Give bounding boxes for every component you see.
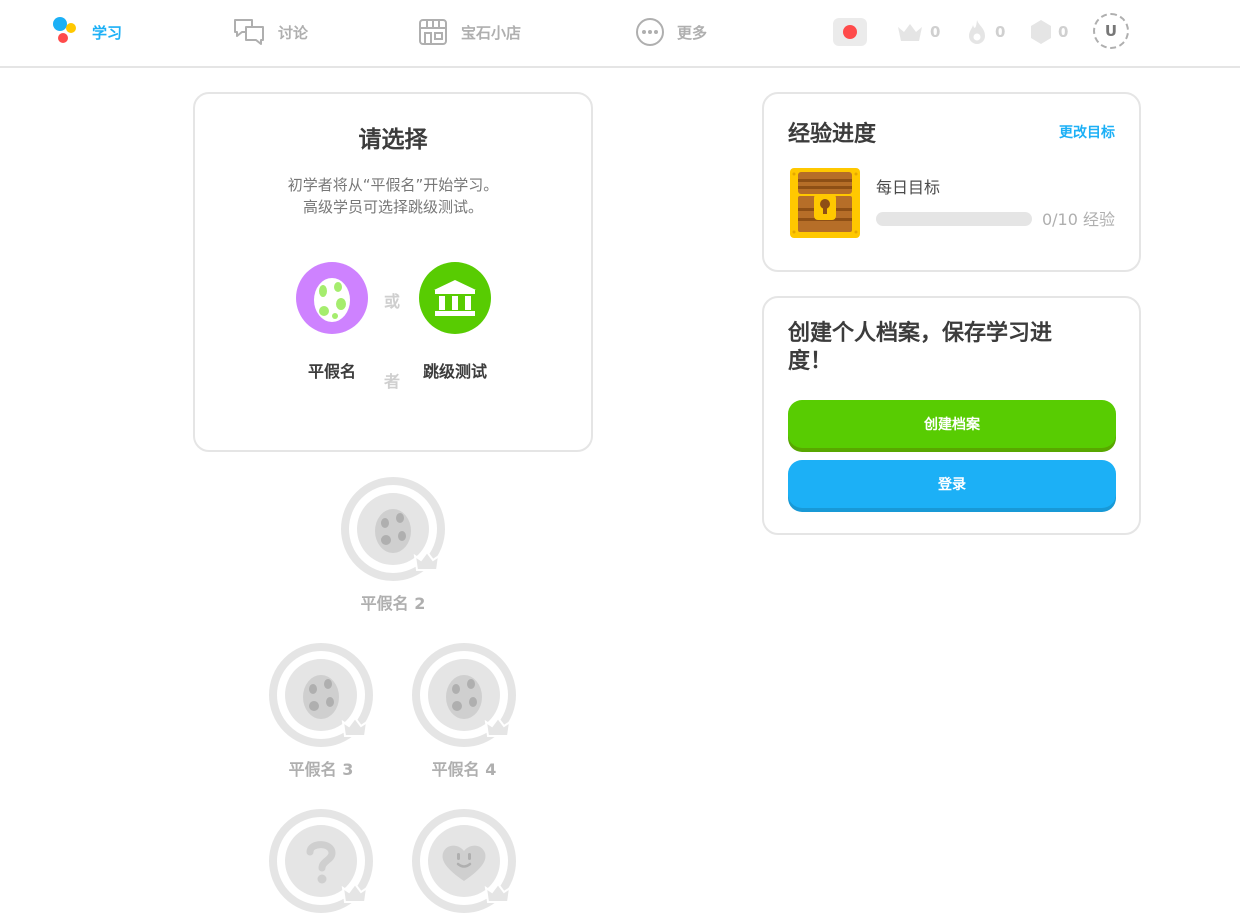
nav-more-label: 更多 xyxy=(677,23,708,42)
create-profile-button[interactable]: 创建档案 xyxy=(788,400,1116,448)
skill-hiragana-3[interactable]: 平假名 3 xyxy=(246,642,396,780)
red-flag-icon xyxy=(843,25,857,39)
egg-icon xyxy=(446,675,482,719)
crowns-stat[interactable]: 0 xyxy=(896,14,940,50)
skill-hiragana-4[interactable]: 平假名 4 xyxy=(389,642,539,780)
choose-description: 初学者将从“平假名”开始学习。 高级学员可选择跳级测试。 xyxy=(195,174,591,218)
streak-stat[interactable]: 0 xyxy=(965,14,1005,50)
placement-test-option[interactable]: 跳级测试 xyxy=(400,262,510,382)
skill-ring xyxy=(340,476,446,582)
language-flag-button[interactable] xyxy=(833,18,867,46)
choose-desc-line-1: 初学者将从“平假名”开始学习。 xyxy=(287,176,499,194)
skill-label: 平假名 2 xyxy=(360,594,426,613)
nav-shop[interactable]: 宝石小店 xyxy=(417,14,521,50)
daily-goal-progress-text: 0/10 经验 xyxy=(1041,210,1115,229)
placement-option-label: 跳级测试 xyxy=(422,362,487,381)
skill-locked-question[interactable] xyxy=(246,808,396,914)
skill-label: 平假名 4 xyxy=(431,760,497,779)
create-profile-title: 创建个人档案，保存学习进度！ xyxy=(788,321,1053,374)
discuss-icon xyxy=(234,19,264,45)
skill-ring xyxy=(411,808,517,914)
login-button[interactable]: 登录 xyxy=(788,460,1116,508)
skill-label: 平假名 3 xyxy=(288,760,354,779)
skill-hiragana-2[interactable]: 平假名 2 xyxy=(318,476,468,614)
egg-icon xyxy=(314,278,350,322)
nav-discuss-label: 讨论 xyxy=(278,23,309,42)
nav-learn[interactable]: 学习 xyxy=(52,14,122,50)
edit-goal-link[interactable]: 更改目标 xyxy=(1059,122,1115,142)
placement-choice-card: 请选择 初学者将从“平假名”开始学习。 高级学员可选择跳级测试。 平假名 或 者 xyxy=(193,92,593,452)
or-separator-bottom: 者 xyxy=(384,372,401,391)
hiragana-option-label: 平假名 xyxy=(307,362,356,381)
gems-stat[interactable]: 0 xyxy=(1030,14,1068,50)
avatar-initial: U xyxy=(1104,22,1118,40)
top-navigation-bar: 学习 讨论 宝石小店 更多 0 0 0 U xyxy=(0,0,1240,68)
egg-icon xyxy=(303,675,339,719)
crowns-count: 0 xyxy=(930,23,941,41)
nav-more[interactable]: 更多 xyxy=(635,14,707,50)
treasure-chest-icon xyxy=(790,168,860,238)
daily-goal-progress-bar xyxy=(876,212,1032,226)
nav-learn-label: 学习 xyxy=(92,23,123,42)
gem-icon xyxy=(1031,20,1051,44)
skill-locked-heart[interactable] xyxy=(389,808,539,914)
create-profile-card: 创建个人档案，保存学习进度！ 创建档案 登录 xyxy=(762,296,1141,535)
flame-icon xyxy=(969,20,985,44)
hiragana-option-circle xyxy=(296,262,368,334)
egg-icon xyxy=(375,509,411,553)
shop-icon xyxy=(419,19,447,45)
learn-icon xyxy=(53,17,76,43)
placement-option-circle xyxy=(419,262,491,334)
daily-goal-label: 每日目标 xyxy=(876,178,941,197)
xp-progress-title: 经验进度 xyxy=(788,122,877,147)
skill-ring xyxy=(411,642,517,748)
or-separator-top: 或 xyxy=(384,292,401,311)
streak-count: 0 xyxy=(995,23,1006,41)
start-hiragana-option[interactable]: 平假名 xyxy=(277,262,387,382)
choose-desc-line-2: 高级学员可选择跳级测试。 xyxy=(302,198,483,216)
skill-ring xyxy=(268,808,374,914)
user-avatar[interactable]: U xyxy=(1093,13,1129,49)
gems-count: 0 xyxy=(1058,23,1069,41)
crown-icon xyxy=(898,24,922,41)
more-icon xyxy=(636,18,664,46)
xp-progress-card: 经验进度 更改目标 每日目标 0/10 经验 xyxy=(762,92,1141,272)
nav-discuss[interactable]: 讨论 xyxy=(232,14,308,50)
choose-title: 请选择 xyxy=(358,127,428,153)
institution-icon xyxy=(434,280,476,316)
skill-ring xyxy=(268,642,374,748)
nav-shop-label: 宝石小店 xyxy=(461,23,522,42)
